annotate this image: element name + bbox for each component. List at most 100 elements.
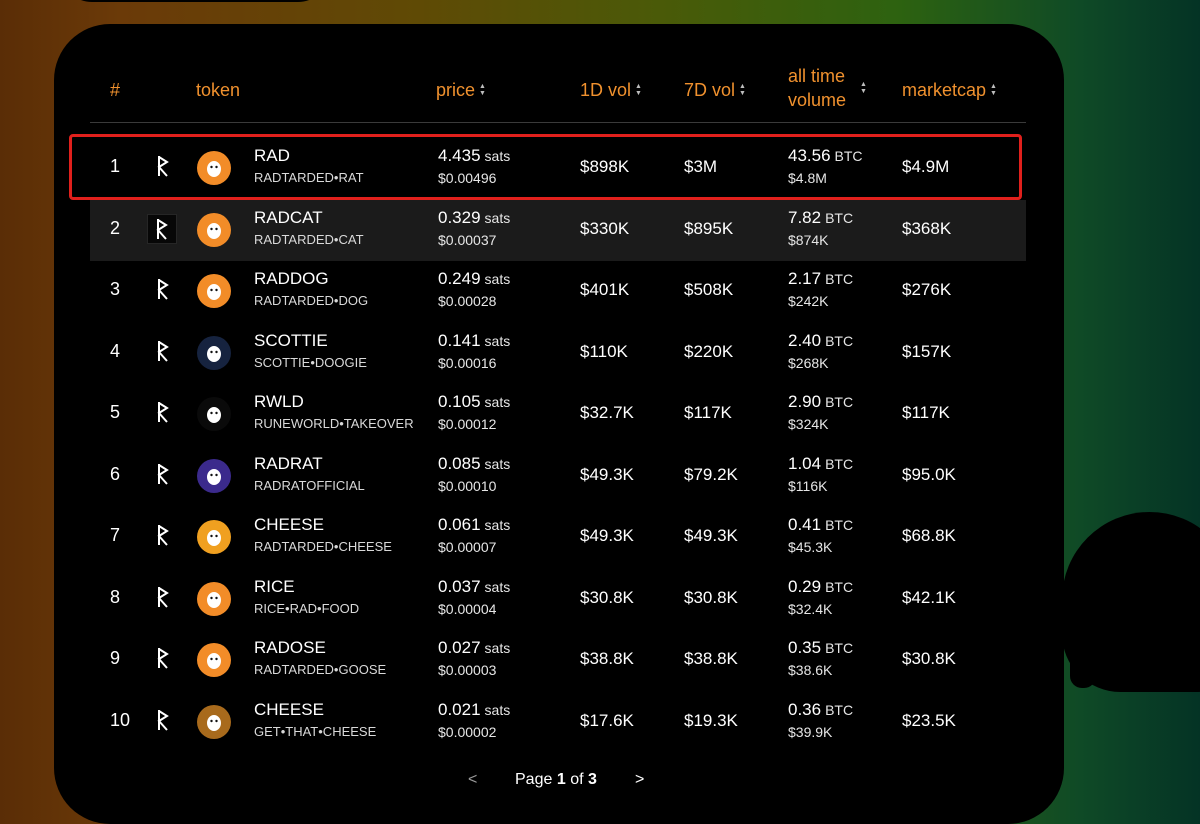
all-time-volume-usd: $32.4K (788, 601, 833, 617)
all-time-volume-btc: 0.35 BTC (788, 638, 853, 658)
price-usd: $0.00037 (438, 232, 497, 248)
volume-1d: $30.8K (580, 588, 634, 607)
volume-unit: BTC (825, 517, 854, 533)
table-row[interactable]: 6 RADRAT RADRATOFFICIAL 0.085 sats $0.00010 $4… (90, 446, 1026, 507)
volume-1d: $17.6K (580, 711, 634, 730)
volume-7d: $19.3K (684, 711, 738, 730)
table-row[interactable]: 4 SCOTTIE SCOTTIE•DOOGIE 0.141 sats $0.00016 $… (90, 323, 1026, 384)
table-row[interactable]: 9 RADOSE RADTARDED•GOOSE 0.027 sats $0.00003 $… (90, 630, 1026, 691)
price-unit: sats (484, 579, 511, 595)
rank-cell: 3 (110, 279, 121, 299)
volume-7d: $895K (684, 219, 734, 238)
volume-unit: BTC (825, 333, 854, 349)
page-word: Page (515, 771, 553, 788)
price-sats-value: 0.329 (438, 208, 481, 227)
sort-icon: ▲ ▼ (479, 83, 486, 97)
all-time-volume-usd: $39.9K (788, 724, 833, 740)
atv-btc-value: 0.29 (788, 577, 822, 596)
token-name[interactable]: RADDOG (254, 269, 329, 289)
header-7d-vol-sort[interactable]: 7D vol ▲ ▼ (684, 78, 746, 102)
price-usd: $0.00010 (438, 478, 497, 494)
all-time-volume-btc: 2.17 BTC (788, 269, 853, 289)
marketcap-cell: $23.5K (902, 711, 956, 730)
pagination: < Page 1 of 3 > (460, 771, 660, 793)
price-sats: 0.329 sats (438, 208, 510, 228)
header-token: token (196, 80, 241, 100)
token-name[interactable]: RICE (254, 577, 295, 597)
rune-icon (150, 706, 176, 734)
price-sats: 0.141 sats (438, 331, 510, 351)
atv-btc-value: 2.90 (788, 392, 822, 411)
background-creature-leg (1128, 640, 1162, 690)
rune-name: SCOTTIE•DOOGIE (254, 355, 367, 370)
rank-cell: 10 (110, 710, 131, 730)
sort-icon: ▲ ▼ (635, 83, 642, 97)
background-creature-top (60, 0, 330, 2)
volume-1d: $49.3K (580, 465, 634, 484)
all-time-volume-btc: 2.40 BTC (788, 331, 853, 351)
background-creature-leg (1070, 640, 1096, 688)
all-time-volume-btc: 1.04 BTC (788, 454, 853, 474)
all-time-volume-usd: $45.3K (788, 539, 833, 555)
volume-unit: BTC (825, 702, 854, 718)
token-name[interactable]: RWLD (254, 392, 304, 412)
cheese-avatar-icon (197, 520, 231, 554)
token-name[interactable]: CHEESE (254, 515, 324, 535)
rune-icon (150, 583, 176, 611)
sort-icon: ▲ ▼ (990, 83, 997, 97)
all-time-volume-usd: $38.6K (788, 662, 833, 678)
dog-avatar-icon (197, 274, 231, 308)
price-sats: 0.021 sats (438, 700, 510, 720)
all-time-volume-usd: $874K (788, 232, 829, 248)
table-row[interactable]: 3 RADDOG RADTARDED•DOG 0.249 sats $0.00028 $40… (90, 261, 1026, 322)
header-all-time-volume-label: all time volume (788, 66, 847, 110)
highlight-box (69, 134, 1022, 200)
rank-cell: 9 (110, 648, 121, 668)
table-row[interactable]: 8 RICE RICE•RAD•FOOD 0.037 sats $0.00004 $30.8… (90, 569, 1026, 630)
header-marketcap-sort[interactable]: marketcap ▲ ▼ (902, 78, 997, 102)
scottie-avatar-icon (197, 336, 231, 370)
header-price-label: price (436, 80, 476, 100)
token-name[interactable]: RADRAT (254, 454, 323, 474)
token-name[interactable]: SCOTTIE (254, 331, 328, 351)
header-1d-vol-sort[interactable]: 1D vol ▲ ▼ (580, 78, 642, 102)
marketcap-cell: $95.0K (902, 465, 956, 484)
volume-1d: $32.7K (580, 403, 634, 422)
table-row[interactable]: 10 CHEESE GET•THAT•CHEESE 0.021 sats $0.00002… (90, 692, 1026, 753)
price-sats-value: 0.027 (438, 638, 481, 657)
volume-7d: $49.3K (684, 526, 738, 545)
price-usd: $0.00016 (438, 355, 497, 371)
table-row[interactable]: 7 CHEESE RADTARDED•CHEESE 0.061 sats $0.00007… (90, 507, 1026, 568)
rune-name: RADTARDED•GOOSE (254, 662, 387, 677)
coin-avatar-icon (197, 705, 231, 739)
next-page-button[interactable]: > (635, 771, 644, 789)
rice-avatar-icon (197, 582, 231, 616)
volume-unit: BTC (825, 456, 854, 472)
rune-name: RUNEWORLD•TAKEOVER (254, 416, 414, 431)
table-row[interactable]: 5 RWLD RUNEWORLD•TAKEOVER 0.105 sats $0.00012… (90, 384, 1026, 445)
price-sats-value: 0.021 (438, 700, 481, 719)
all-time-volume-usd: $242K (788, 293, 829, 309)
prev-page-button[interactable]: < (468, 771, 477, 789)
token-name[interactable]: RADCAT (254, 208, 323, 228)
price-usd: $0.00003 (438, 662, 497, 678)
token-name[interactable]: RADOSE (254, 638, 326, 658)
page-indicator: Page 1 of 3 (515, 771, 597, 789)
price-sats: 0.105 sats (438, 392, 510, 412)
price-unit: sats (484, 640, 511, 656)
atv-btc-value: 2.40 (788, 331, 822, 350)
price-sats-value: 0.061 (438, 515, 481, 534)
rune-icon (150, 460, 176, 488)
header-price-sort[interactable]: price ▲ ▼ (436, 78, 486, 102)
atv-btc-value: 7.82 (788, 208, 822, 227)
rune-name: GET•THAT•CHEESE (254, 724, 377, 739)
volume-1d: $330K (580, 219, 630, 238)
volume-unit: BTC (825, 210, 854, 226)
token-name[interactable]: CHEESE (254, 700, 324, 720)
sort-icon: ▲ ▼ (860, 81, 867, 95)
volume-1d: $49.3K (580, 526, 634, 545)
all-time-volume-btc: 7.82 BTC (788, 208, 853, 228)
table-row[interactable]: 2 RADCAT RADTARDED•CAT 0.329 sats $0.00037 $33… (90, 200, 1026, 261)
price-sats: 0.085 sats (438, 454, 510, 474)
header-all-time-volume-sort[interactable]: all time volume ▲ ▼ (788, 64, 868, 112)
